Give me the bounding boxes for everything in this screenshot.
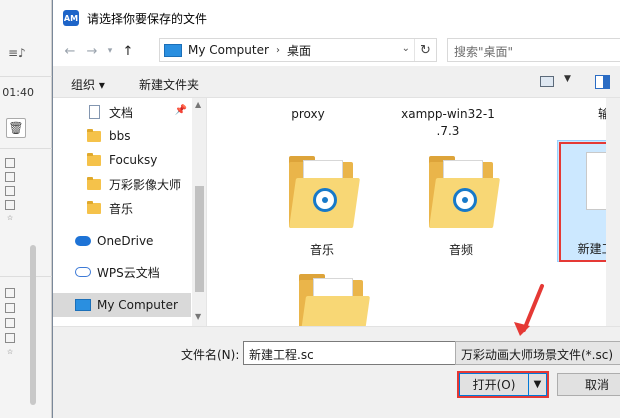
divider xyxy=(0,148,52,149)
list-icon[interactable] xyxy=(5,172,15,182)
time-display: 01:40 xyxy=(2,86,34,99)
cancel-button[interactable]: 取消 xyxy=(557,373,620,396)
folder-icon[interactable] xyxy=(299,274,371,326)
address-location[interactable]: My Computer xyxy=(188,43,269,57)
nav-item-label: OneDrive xyxy=(97,234,154,248)
pin-icon[interactable]: 📌 xyxy=(175,105,187,116)
chevron-right-icon[interactable]: › xyxy=(276,45,280,56)
navigation-scrollbar[interactable]: ▲ ▼ xyxy=(192,98,206,326)
nav-item-label: 万彩影像大师 xyxy=(109,177,182,192)
divider xyxy=(0,76,52,77)
folder-icon xyxy=(87,176,101,190)
nav-item-wancai-video[interactable]: 万彩影像大师 xyxy=(53,172,191,196)
nav-item-label: bbs xyxy=(109,129,131,143)
preview-pane-icon[interactable] xyxy=(595,75,610,89)
export-icon[interactable] xyxy=(5,186,15,196)
background-scrollbar[interactable] xyxy=(30,245,36,405)
nav-item-documents[interactable]: 文档 📌 xyxy=(53,100,191,124)
view-options-icon[interactable] xyxy=(540,76,554,87)
nav-item-bbs[interactable]: bbs xyxy=(53,124,191,148)
trash-icon[interactable]: 🗑 xyxy=(6,118,26,138)
wps-cloud-icon xyxy=(75,267,91,277)
address-bar[interactable]: My Computer › 桌面 ⌄ ↻ xyxy=(159,38,437,62)
divider xyxy=(0,276,52,277)
save-file-dialog: AM 请选择你要保存的文件 ← → ▾ ↑ My Computer › 桌面 ⌄… xyxy=(52,0,620,418)
nav-item-label: Focuksy xyxy=(109,153,158,167)
background-app-panel: ≡♪ 01:40 🗑 ☆ ☆ xyxy=(0,0,52,418)
nav-item-label: 音乐 xyxy=(109,201,134,216)
copy-icon[interactable] xyxy=(5,158,15,168)
file-list-scrollbar[interactable] xyxy=(606,98,620,326)
list-music-icon[interactable]: ≡♪ xyxy=(8,46,26,60)
file-item-proxy[interactable]: proxy xyxy=(253,106,363,123)
computer-icon xyxy=(75,299,91,311)
copy-icon[interactable] xyxy=(5,288,15,298)
nav-item-label: 文档 xyxy=(109,105,134,120)
filename-label: 文件名(N): xyxy=(181,348,240,362)
dialog-title: 请选择你要保存的文件 xyxy=(87,11,208,26)
list-icon[interactable] xyxy=(5,303,15,313)
dialog-toolbar: 组织 ▾ 新建文件夹 ▼ xyxy=(53,68,620,98)
star-icon[interactable]: ☆ xyxy=(5,214,15,224)
chevron-down-icon[interactable]: ⌄ xyxy=(402,43,410,54)
dialog-titlebar: AM 请选择你要保存的文件 xyxy=(53,0,620,36)
nav-item-focuksy[interactable]: Focuksy xyxy=(53,148,191,172)
audio-folder-icon[interactable] xyxy=(429,156,501,228)
view-dropdown-icon[interactable]: ▼ xyxy=(564,74,571,84)
file-item-music[interactable]: 音乐 xyxy=(267,242,377,259)
nav-item-label: My Computer xyxy=(97,298,178,312)
file-item-audio[interactable]: 音频 xyxy=(406,242,516,259)
organize-menu[interactable]: 组织 ▾ xyxy=(71,76,105,93)
search-input[interactable]: 搜索"桌面" xyxy=(447,38,620,62)
file-list: proxy xampp-win32-1 .7.3 输出 音乐 音频 新建工程.s… xyxy=(207,98,620,326)
layers-icon[interactable] xyxy=(5,200,15,210)
folder-icon xyxy=(87,128,101,142)
nav-item-music[interactable]: 音乐 xyxy=(53,196,191,220)
scroll-up-icon[interactable]: ▲ xyxy=(195,100,201,109)
nav-item-wps-cloud[interactable]: WPS云文档 xyxy=(53,260,191,284)
address-folder[interactable]: 桌面 xyxy=(287,42,311,59)
navigation-pane: 文档 📌 bbs Focuksy 万彩影像大师 音乐 OneDrive WPS云… xyxy=(53,98,207,326)
onedrive-icon xyxy=(75,236,91,246)
refresh-icon[interactable]: ↻ xyxy=(414,39,436,61)
scrollbar-thumb[interactable] xyxy=(195,186,204,292)
file-label-line: xampp-win32-1 xyxy=(401,107,495,121)
file-item-xampp[interactable]: xampp-win32-1 .7.3 xyxy=(393,106,503,140)
scroll-down-icon[interactable]: ▼ xyxy=(195,312,201,321)
file-type-select[interactable]: 万彩动画大师场景文件(*.sc) xyxy=(455,341,620,365)
folder-icon xyxy=(87,152,101,166)
filename-value[interactable]: 新建工程.sc xyxy=(249,348,314,362)
star-icon[interactable]: ☆ xyxy=(5,348,15,358)
forward-arrow-icon[interactable]: → xyxy=(81,40,103,62)
app-logo-icon: AM xyxy=(63,10,79,26)
computer-icon xyxy=(164,43,182,57)
nav-item-my-computer[interactable]: My Computer xyxy=(53,293,191,317)
document-icon xyxy=(89,105,100,119)
export-icon[interactable] xyxy=(5,318,15,328)
up-arrow-icon[interactable]: ↑ xyxy=(117,40,139,62)
back-arrow-icon[interactable]: ← xyxy=(59,40,81,62)
folder-icon xyxy=(87,200,101,214)
nav-item-onedrive[interactable]: OneDrive xyxy=(53,229,191,253)
new-folder-button[interactable]: 新建文件夹 xyxy=(139,76,199,93)
recent-dropdown-icon[interactable]: ▾ xyxy=(103,40,117,62)
nav-item-label: WPS云文档 xyxy=(97,265,160,280)
music-folder-icon[interactable] xyxy=(289,156,361,228)
file-label-line: .7.3 xyxy=(436,124,460,138)
layers-icon[interactable] xyxy=(5,333,15,343)
highlight-annotation xyxy=(457,371,549,398)
